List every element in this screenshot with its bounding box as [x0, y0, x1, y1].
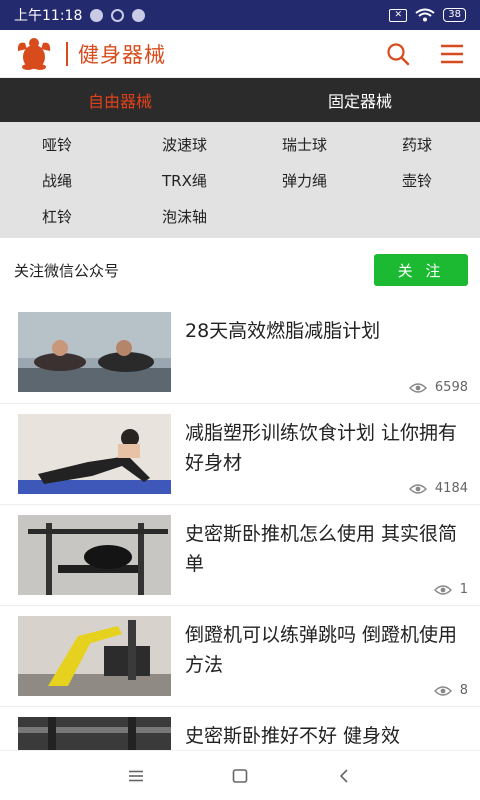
no-sim-icon: ✕: [389, 8, 408, 22]
app-header: 健身器械: [0, 30, 480, 78]
menu-icon: [441, 44, 463, 63]
view-count: 1: [433, 582, 468, 597]
eye-icon: [433, 584, 452, 595]
notification-icon: [132, 8, 146, 22]
category-item-medicine-ball[interactable]: 药球: [360, 126, 480, 162]
article-title: 史密斯卧推机怎么使用 其实很简单: [185, 523, 458, 575]
view-count-value: 6598: [434, 380, 468, 395]
category-item-swiss-ball[interactable]: 瑞士球: [240, 126, 360, 162]
square-home-icon: [232, 768, 248, 783]
tab-fixed-equipment[interactable]: 固定器械: [240, 78, 480, 122]
tab-free-equipment[interactable]: 自由器械: [0, 78, 240, 122]
category-item-trx-rope[interactable]: TRX绳: [120, 162, 240, 198]
article-body: 史密斯卧推好不好 健身效: [171, 717, 468, 750]
search-button[interactable]: [384, 40, 412, 68]
view-count: 6598: [408, 380, 468, 395]
article-title: 史密斯卧推好不好 健身效: [185, 725, 401, 747]
category-item-kettlebell[interactable]: 壶铃: [360, 162, 480, 198]
category-item-dumbbell[interactable]: 哑铃: [0, 126, 120, 162]
category-item-barbell[interactable]: 杠铃: [0, 198, 120, 234]
article-title: 减脂塑形训练饮食计划 让你拥有好身材: [185, 422, 458, 474]
system-nav-bar: [0, 750, 480, 800]
view-count-value: 1: [459, 582, 468, 597]
status-bar: 上午11:18 ✕ 38: [0, 0, 480, 30]
view-count-value: 4184: [434, 481, 468, 496]
article-thumbnail: [18, 312, 171, 392]
eye-icon: [408, 483, 427, 494]
article-thumbnail: [18, 717, 171, 750]
article-item[interactable]: 减脂塑形训练饮食计划 让你拥有好身材 4184: [0, 403, 480, 504]
notification-icon: [90, 8, 104, 22]
article-title: 倒蹬机可以练弹跳吗 倒蹬机使用方法: [185, 624, 458, 676]
status-time: 上午11:18: [14, 8, 83, 24]
category-tabs: 自由器械 固定器械: [0, 78, 480, 122]
article-thumbnail: [18, 414, 171, 494]
status-right: ✕ 38: [389, 8, 466, 22]
eye-icon: [433, 685, 452, 696]
shield-icon: [111, 8, 125, 22]
category-item-bosu-ball[interactable]: 波速球: [120, 126, 240, 162]
view-count: 4184: [408, 481, 468, 496]
eye-icon: [408, 382, 427, 393]
article-item[interactable]: 倒蹬机可以练弹跳吗 倒蹬机使用方法 8: [0, 605, 480, 706]
category-grid: 哑铃 波速球 瑞士球 药球 战绳 TRX绳 弹力绳 壶铃 杠铃 泡沫轴: [0, 122, 480, 238]
app-screen: 上午11:18 ✕ 38 健身器械 自由器械 固定器械 哑铃 波速球 瑞士球 药…: [0, 0, 480, 800]
home-button[interactable]: [228, 764, 252, 788]
battery-icon: 38: [443, 8, 466, 22]
search-icon: [387, 42, 410, 65]
follow-label: 关注微信公众号: [14, 261, 120, 280]
article-thumbnail: [18, 616, 171, 696]
page-title: 健身器械: [78, 42, 166, 67]
article-title: 28天高效燃脂减脂计划: [185, 320, 381, 342]
chevron-left-icon: [339, 768, 348, 783]
article-body: 史密斯卧推机怎么使用 其实很简单 1: [171, 515, 468, 605]
article-body: 28天高效燃脂减脂计划 6598: [171, 312, 468, 403]
back-button[interactable]: [332, 764, 356, 788]
category-item-battle-rope[interactable]: 战绳: [0, 162, 120, 198]
recent-apps-button[interactable]: [124, 764, 148, 788]
header-actions: [384, 40, 466, 68]
article-body: 倒蹬机可以练弹跳吗 倒蹬机使用方法 8: [171, 616, 468, 706]
view-count: 8: [433, 683, 468, 698]
fitness-logo-icon: [14, 34, 54, 74]
category-item-resistance-band[interactable]: 弹力绳: [240, 162, 360, 198]
follow-row: 关注微信公众号 关 注: [0, 250, 480, 290]
brand-divider: [66, 41, 68, 66]
category-item-foam-roller[interactable]: 泡沫轴: [120, 198, 240, 234]
follow-button[interactable]: 关 注: [374, 254, 468, 286]
menu-button[interactable]: [438, 40, 466, 68]
view-count-value: 8: [459, 683, 468, 698]
article-body: 减脂塑形训练饮食计划 让你拥有好身材 4184: [171, 414, 468, 504]
article-item[interactable]: 28天高效燃脂减脂计划 6598: [0, 302, 480, 403]
article-item[interactable]: 史密斯卧推机怎么使用 其实很简单 1: [0, 504, 480, 605]
article-list: 28天高效燃脂减脂计划 6598 减脂塑形训练饮食计划 让你拥有好身材 4184…: [0, 302, 480, 750]
article-thumbnail: [18, 515, 171, 595]
menu-lines-icon: [129, 770, 143, 781]
wifi-icon: [415, 8, 435, 22]
article-item[interactable]: 史密斯卧推好不好 健身效: [0, 706, 480, 750]
status-left: 上午11:18: [14, 5, 146, 25]
